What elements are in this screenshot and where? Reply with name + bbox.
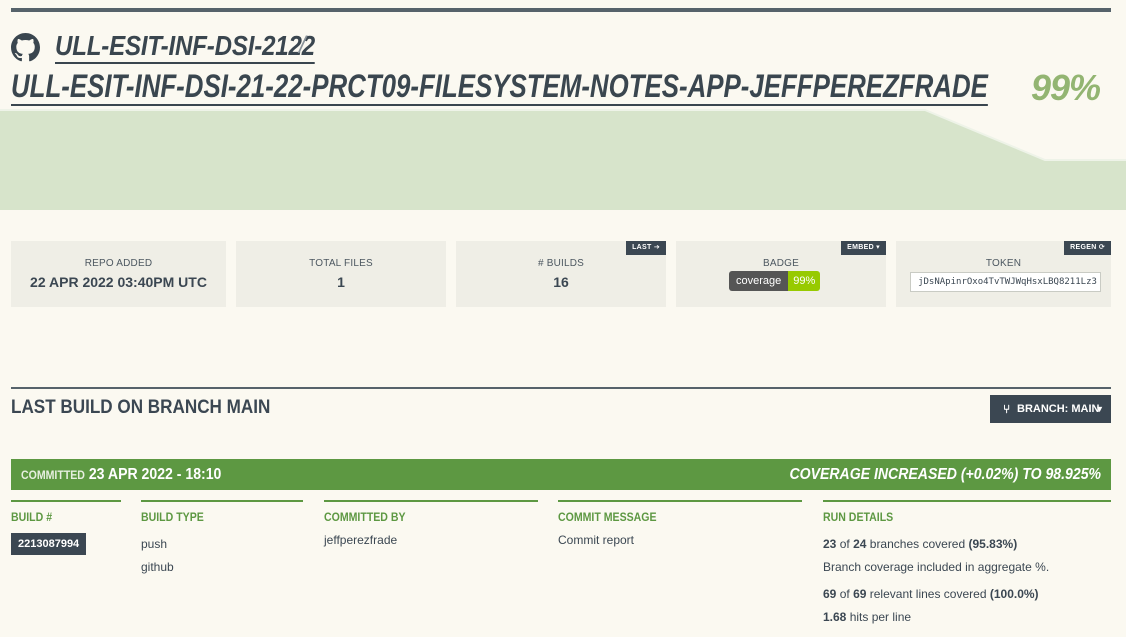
embed-button[interactable]: EMBED ▾	[841, 241, 886, 255]
lines-covered-line: 69 of 69 relevant lines covered (100.0%)	[823, 587, 1039, 601]
badge-left: coverage	[729, 271, 789, 291]
stat-label: TOKEN	[985, 258, 1022, 269]
coverage-area	[0, 110, 1126, 210]
build-type-line: github	[141, 560, 174, 574]
coverage-badge[interactable]: coverage 99%	[729, 271, 821, 291]
stat-total-files: TOTAL FILES 1	[236, 241, 446, 307]
arrow-right-icon: ➔	[653, 244, 660, 251]
last-build-label: LAST	[632, 244, 652, 251]
branches-text: branches covered	[869, 537, 966, 551]
stat-label: TOTAL FILES	[309, 258, 373, 269]
lines-pct: (100.0%)	[989, 587, 1039, 601]
run-details-column: RUN DETAILS 23 of 24 branches covered (9…	[823, 500, 1111, 630]
column-head: BUILD TYPE	[141, 510, 204, 524]
of-text: of	[839, 537, 850, 551]
github-icon	[11, 33, 40, 62]
committer-name: jeffperezfrade	[324, 533, 398, 547]
hits-text: hits per line	[849, 610, 912, 624]
badge-right: 99%	[788, 271, 821, 291]
build-type-column: BUILD TYPE push github	[141, 500, 303, 580]
committed-label: COMMITTED	[21, 468, 85, 482]
build-number-column: BUILD # 2213087994	[11, 500, 121, 560]
branch-icon: ⑂	[1003, 402, 1011, 416]
stat-value: 16	[553, 274, 569, 290]
branches-covered-line: 23 of 24 branches covered (95.83%)	[823, 537, 1017, 551]
repo-owner-link[interactable]: ULL-ESIT-INF-DSI-2122	[55, 30, 315, 64]
stat-repo-added: REPO ADDED 22 APR 2022 03:40PM UTC	[11, 241, 226, 307]
committed-date: 23 APR 2022 - 18:10	[88, 466, 222, 483]
refresh-icon: ⟳	[1098, 244, 1105, 251]
branch-label: BRANCH: MAIN	[1017, 403, 1100, 415]
commit-bar: COMMITTED 23 APR 2022 - 18:10 COVERAGE I…	[11, 459, 1111, 490]
coverage-percent: 99%	[1030, 67, 1101, 108]
branch-dropdown-button[interactable]: ⑂ BRANCH: MAIN ▼	[990, 395, 1111, 423]
lines-covered-count: 69	[823, 587, 837, 601]
stat-badge: EMBED ▾ BADGE coverage 99%	[676, 241, 886, 307]
commit-info: COMMITTED 23 APR 2022 - 18:10	[21, 459, 221, 491]
commit-message-column: COMMIT MESSAGE Commit report	[558, 500, 802, 560]
last-build-button[interactable]: LAST ➔	[626, 241, 666, 255]
stat-value: 1	[337, 274, 345, 290]
build-type-line: push	[141, 537, 168, 551]
lines-text: relevant lines covered	[869, 587, 987, 601]
lines-total: 69	[853, 587, 867, 601]
stat-value: 22 APR 2022 03:40PM UTC	[30, 274, 207, 290]
branches-total: 24	[853, 537, 867, 551]
branches-pct: (95.83%)	[968, 537, 1018, 551]
column-head: COMMIT MESSAGE	[558, 510, 657, 524]
repo-separator: /	[299, 32, 306, 59]
stat-label: # BUILDS	[537, 258, 585, 269]
aggregate-note: Branch coverage included in aggregate %.	[823, 560, 1050, 574]
section-divider	[11, 387, 1111, 389]
build-number-link[interactable]: 2213087994	[11, 533, 87, 555]
regen-label: REGEN	[1070, 244, 1097, 251]
regen-button[interactable]: REGEN ⟳	[1064, 241, 1111, 255]
column-head: COMMITTED BY	[324, 510, 406, 524]
section-title: LAST BUILD ON BRANCH MAIN	[11, 397, 271, 418]
hits-value: 1.68	[823, 610, 847, 624]
token-field[interactable]: jDsNApinrOxo4TvTWJWqHsxLBQ8211Lz3	[910, 272, 1101, 292]
hits-per-line: 1.68 hits per line	[823, 610, 911, 624]
committed-by-column: COMMITTED BY jeffperezfrade	[324, 500, 538, 560]
branches-covered-count: 23	[823, 537, 837, 551]
stat-token: REGEN ⟳ TOKEN jDsNApinrOxo4TvTWJWqHsxLBQ…	[896, 241, 1111, 307]
column-head: RUN DETAILS	[823, 510, 894, 524]
stat-label: BADGE	[762, 258, 799, 269]
stat-builds: LAST ➔ # BUILDS 16	[456, 241, 666, 307]
coverage-change: COVERAGE INCREASED (+0.02%) TO 98.925%	[789, 466, 1101, 483]
caret-down-icon: ▼	[1095, 404, 1104, 414]
stat-label: REPO ADDED	[84, 258, 153, 269]
commit-message-text: Commit report	[558, 533, 635, 547]
repo-name-link[interactable]: ULL-ESIT-INF-DSI-21-22-PRCT09-FILESYSTEM…	[11, 68, 988, 106]
of-text: of	[839, 587, 850, 601]
column-head: BUILD #	[11, 510, 53, 524]
